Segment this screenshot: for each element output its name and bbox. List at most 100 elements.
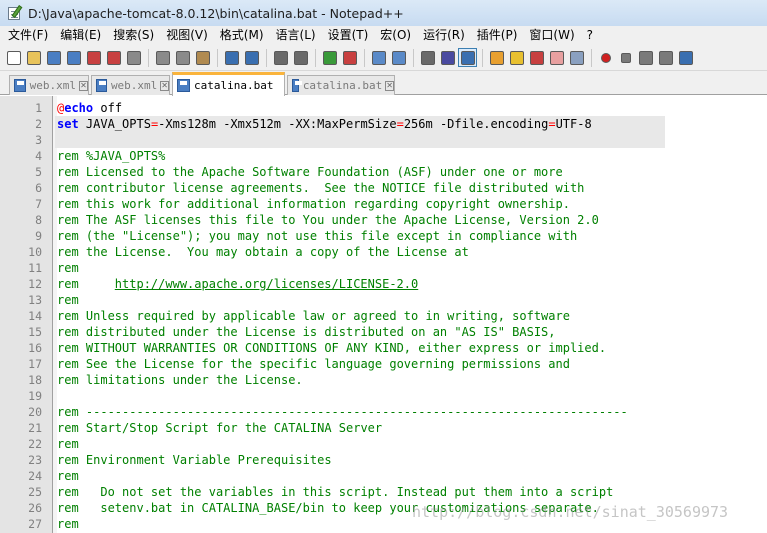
code-line[interactable]: 2 set JAVA_OPTS=-Xms128m -Xmx512m -XX:Max… [9,116,767,132]
tab-catalina-bat[interactable]: catalina.bat ✕ [287,75,395,95]
code-line[interactable]: 21 rem Start/Stop Script for the CATALINA… [9,420,767,436]
code-token: rem [57,325,86,339]
editor[interactable]: 1 @echo off 2 set JAVA_OPTS=-Xms128m -Xmx51… [0,96,767,533]
code-line[interactable]: 5 rem Licensed to the Apache Software Fou… [9,164,767,180]
code-line[interactable]: 9 rem (the "License"); you may not use th… [9,228,767,244]
line-number: 26 [28,501,42,515]
close-icon[interactable] [84,48,103,67]
line-number: 5 [35,165,42,179]
code-line[interactable]: 11 rem [9,260,767,276]
code-line[interactable]: 25 rem Do not set the variables in this s… [9,484,767,500]
tab-close-icon[interactable]: ✕ [160,80,169,91]
tab-web-xml[interactable]: web.xml ✕ [91,75,170,95]
copy-icon[interactable] [173,48,192,67]
run-macro-icon[interactable] [656,48,675,67]
code-line[interactable]: 13 rem [9,292,767,308]
menu-item[interactable]: 窗口(W) [523,26,580,45]
code-line[interactable]: 3 [9,132,767,148]
menu-item[interactable]: 编辑(E) [54,26,107,45]
tab-close-icon[interactable]: ✕ [79,80,88,91]
code-text: rem Do not set the variables in this scr… [57,484,613,500]
tab-web-xml[interactable]: web.xml ✕ [9,75,89,95]
code-line[interactable]: 7 rem this work for additional informatio… [9,196,767,212]
sync-h-icon[interactable] [389,48,408,67]
tab-catalina-bat[interactable]: catalina.bat [172,72,285,96]
save-all-icon[interactable] [64,48,83,67]
code-line[interactable]: 23 rem Environment Variable Prerequisites [9,452,767,468]
title-bar: D:\Java\apache-tomcat-8.0.12\bin\catalin… [0,0,767,26]
code-text: rem [57,292,79,308]
redo-icon[interactable] [242,48,261,67]
file-saved-icon [96,79,107,92]
doc-map-icon[interactable] [507,48,526,67]
zoom-in-icon[interactable] [320,48,339,67]
zoom-out-icon[interactable] [340,48,359,67]
lang-icon[interactable] [487,48,506,67]
menu-item[interactable]: 格式(M) [214,26,270,45]
new-file-icon[interactable] [4,48,23,67]
toolbar-separator [413,48,414,67]
undo-icon[interactable] [222,48,241,67]
menu-item[interactable]: 运行(R) [417,26,471,45]
print-icon[interactable] [124,48,143,67]
code-token: rem [57,245,86,259]
save-macro-icon[interactable] [676,48,695,67]
code-text: rem http://www.apache.org/licenses/LICEN… [57,276,418,292]
code-token: -Xms128m -Xmx512m -XX:MaxPermSize [158,117,397,131]
toolbar-separator [364,48,365,67]
menu-item[interactable]: 插件(P) [471,26,524,45]
code-line[interactable]: 8 rem The ASF licenses this file to You u… [9,212,767,228]
close-all-icon[interactable] [104,48,123,67]
code-token: Unless required by applicable law or agr… [85,309,570,323]
line-number: 7 [35,197,42,211]
word-wrap-icon[interactable] [418,48,437,67]
sync-v-icon[interactable] [369,48,388,67]
code-line[interactable]: 10 rem the License. You may obtain a copy… [9,244,767,260]
code-line[interactable]: 20 rem ----------------------------------… [9,404,767,420]
monitoring-icon[interactable] [567,48,586,67]
menu-item[interactable]: 语言(L) [270,26,322,45]
find-icon[interactable] [271,48,290,67]
menu-item[interactable]: 设置(T) [322,26,375,45]
open-file-icon[interactable] [24,48,43,67]
paste-icon[interactable] [193,48,212,67]
code-line[interactable]: 16 rem WITHOUT WARRANTIES OR CONDITIONS O… [9,340,767,356]
replace-icon[interactable] [291,48,310,67]
code-line[interactable]: 19 [9,388,767,404]
code-token: rem [57,341,86,355]
menu-item[interactable]: 视图(V) [160,26,214,45]
code-line[interactable]: 24 rem [9,468,767,484]
code-line[interactable]: 18 rem limitations under the License. [9,372,767,388]
show-all-chars-icon[interactable] [438,48,457,67]
line-number: 18 [28,373,42,387]
menu-item[interactable]: ? [581,26,599,45]
code-token: Environment Variable Prerequisites [85,453,332,467]
tab-close-icon[interactable]: ✕ [385,80,394,91]
code-token: set [57,117,79,131]
stop-macro-icon[interactable] [616,48,635,67]
code-line[interactable]: 12 rem http://www.apache.org/licenses/LIC… [9,276,767,292]
code-text: rem Licensed to the Apache Software Foun… [57,164,563,180]
record-macro-icon[interactable] [596,48,615,67]
cut-icon[interactable] [153,48,172,67]
play-macro-icon[interactable] [636,48,655,67]
code-token: WITHOUT WARRANTIES OR CONDITIONS OF ANY … [85,341,607,355]
tab-bar: web.xml ✕ web.xml ✕ catalina.bat catalina.bat… [0,71,767,96]
code-text: set JAVA_OPTS=-Xms128m -Xmx512m -XX:MaxP… [57,116,592,132]
save-icon[interactable] [44,48,63,67]
folder-workspace-icon[interactable] [547,48,566,67]
function-list-icon[interactable] [527,48,546,67]
tab-label: web.xml [29,79,76,92]
code-text: rem See the License for the specific lan… [57,356,570,372]
code-line[interactable]: 4 rem %JAVA_OPTS% [9,148,767,164]
code-line[interactable]: 1 @echo off [9,100,767,116]
indent-guide-icon[interactable] [458,48,477,67]
code-line[interactable]: 15 rem distributed under the License is d… [9,324,767,340]
code-line[interactable]: 6 rem contributor license agreements. See… [9,180,767,196]
menu-item[interactable]: 宏(O) [374,26,417,45]
menu-item[interactable]: 文件(F) [2,26,54,45]
code-line[interactable]: 14 rem Unless required by applicable law … [9,308,767,324]
menu-item[interactable]: 搜索(S) [107,26,160,45]
code-line[interactable]: 17 rem See the License for the specific l… [9,356,767,372]
code-line[interactable]: 22 rem [9,436,767,452]
